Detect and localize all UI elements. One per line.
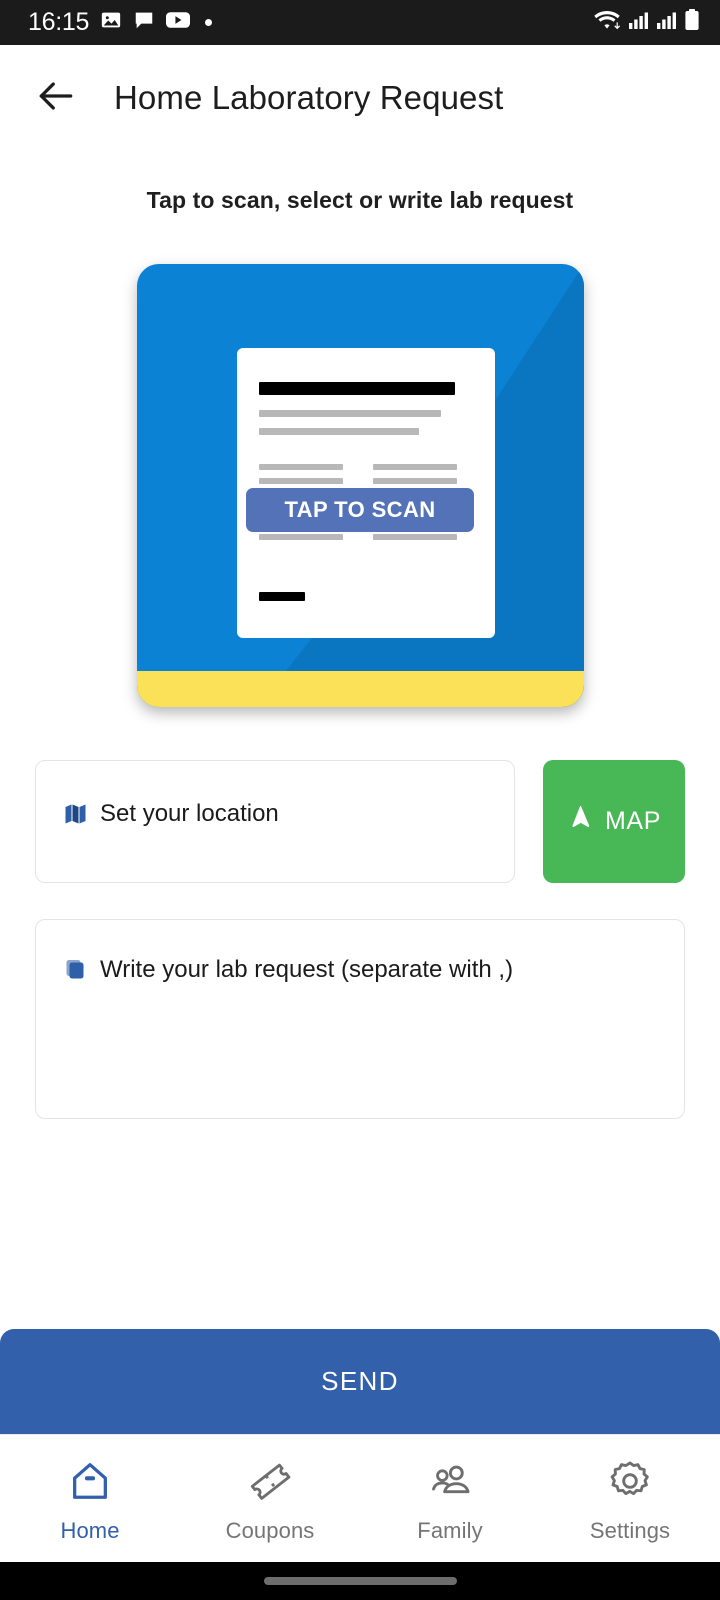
doc-line	[258, 534, 343, 540]
doc-line	[372, 464, 457, 470]
doc-signature-line	[258, 592, 305, 601]
doc-line	[372, 534, 457, 540]
send-button-label: SEND	[321, 1366, 399, 1396]
doc-line	[258, 478, 343, 484]
signal-icon-1	[628, 9, 650, 36]
nav-item-home[interactable]: Home	[0, 1458, 180, 1544]
card-accent-strip	[136, 671, 584, 707]
status-time: 16:15	[28, 8, 90, 36]
scan-card-surface: TAP TO SCAN	[136, 264, 584, 707]
chat-icon	[133, 9, 155, 36]
doc-title-line	[258, 382, 455, 395]
wifi-icon	[594, 8, 622, 37]
scan-card-button[interactable]: TAP TO SCAN	[136, 264, 584, 707]
nav-item-settings[interactable]: Settings	[540, 1458, 720, 1544]
battery-icon	[684, 8, 700, 37]
nav-item-coupons[interactable]: Coupons	[180, 1458, 360, 1544]
instruction-text: Tap to scan, select or write lab request	[146, 187, 574, 213]
signal-icon-2	[656, 9, 678, 36]
nav-label-coupons: Coupons	[225, 1517, 315, 1543]
nav-label-family: Family	[417, 1517, 483, 1543]
location-placeholder: Set your location	[100, 800, 279, 827]
dot-icon	[205, 19, 213, 26]
arrow-left-icon	[34, 74, 78, 123]
status-bar-left: 16:15	[28, 8, 213, 36]
navigation-arrow-icon	[567, 804, 593, 837]
map-button-label: MAP	[605, 807, 661, 835]
tap-to-scan-label: TAP TO SCAN	[284, 497, 436, 522]
back-button[interactable]	[30, 72, 82, 124]
doc-line	[258, 410, 441, 417]
image-icon	[100, 9, 122, 36]
nav-label-settings: Settings	[589, 1517, 671, 1543]
doc-line	[258, 428, 419, 435]
status-bar: 16:15	[0, 0, 720, 45]
youtube-icon	[166, 10, 191, 35]
location-input[interactable]: Set your location	[35, 760, 515, 883]
send-button[interactable]: SEND	[0, 1329, 720, 1434]
map-folded-icon	[64, 802, 88, 831]
status-bar-right	[594, 8, 700, 37]
doc-line	[258, 464, 343, 470]
location-row: Set your location MAP	[35, 760, 685, 883]
ticket-icon	[247, 1458, 293, 1509]
page-title: Home Laboratory Request	[114, 79, 504, 116]
map-button[interactable]: MAP	[543, 760, 685, 883]
lab-request-placeholder: Write your lab request (separate with ,)	[100, 956, 514, 983]
copy-stack-icon	[64, 958, 88, 987]
tap-to-scan-banner[interactable]: TAP TO SCAN	[246, 488, 474, 532]
gear-icon	[607, 1458, 653, 1509]
gesture-nav-bar	[0, 1562, 720, 1600]
app-screen: 16:15 Home Laboratory Request Tap to sca…	[0, 0, 720, 1600]
main-content: Tap to scan, select or write lab request	[0, 151, 720, 1434]
app-bar: Home Laboratory Request	[0, 45, 720, 151]
people-icon	[427, 1458, 473, 1509]
nav-label-home: Home	[60, 1517, 120, 1543]
doc-line	[372, 478, 457, 484]
bottom-navigation: Home Coupons Family Settings	[0, 1434, 720, 1562]
nav-item-family[interactable]: Family	[360, 1458, 540, 1544]
lab-request-input[interactable]: Write your lab request (separate with ,)	[35, 919, 685, 1119]
gesture-pill[interactable]	[263, 1577, 457, 1585]
home-icon	[67, 1458, 113, 1509]
